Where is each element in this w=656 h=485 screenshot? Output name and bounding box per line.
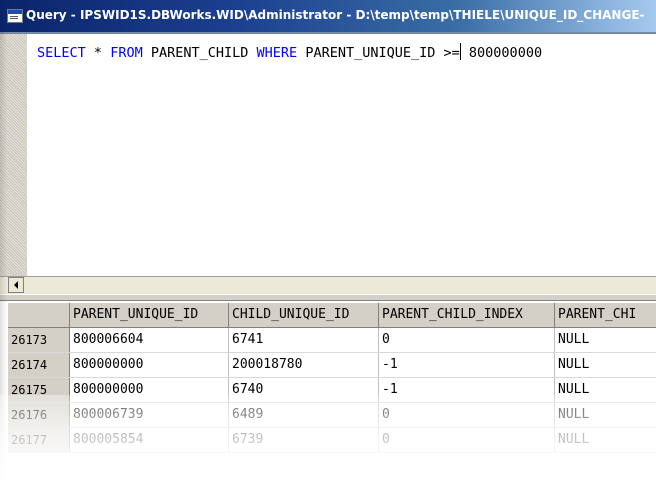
scroll-left-icon[interactable]: [8, 277, 24, 293]
grid-header-row: PARENT_UNIQUE_ID CHILD_UNIQUE_ID PARENT_…: [8, 303, 656, 328]
horizontal-scrollbar[interactable]: [0, 276, 656, 294]
table-cell[interactable]: 0: [379, 328, 555, 352]
table-cell[interactable]: 6740: [229, 378, 379, 402]
table-row[interactable]: 26173 800006604 6741 0 NULL: [8, 328, 656, 353]
column-header[interactable]: CHILD_UNIQUE_ID: [229, 303, 379, 327]
results-grid: PARENT_UNIQUE_ID CHILD_UNIQUE_ID PARENT_…: [8, 303, 656, 453]
select-star: *: [93, 45, 103, 61]
editor-gutter: [0, 34, 27, 277]
table-cell[interactable]: 800006604: [70, 328, 229, 352]
table-cell[interactable]: 6489: [229, 403, 379, 427]
row-number[interactable]: 26173: [8, 328, 70, 352]
row-number-header[interactable]: [8, 303, 70, 327]
table-cell[interactable]: NULL: [555, 353, 656, 377]
query-window-icon[interactable]: [7, 9, 23, 23]
table-row[interactable]: 26175 800000000 6740 -1 NULL: [8, 378, 656, 403]
table-row[interactable]: 26176 800006739 6489 0 NULL: [8, 403, 656, 428]
sql-editor[interactable]: SELECT * FROM PARENT_CHILD WHERE PARENT_…: [0, 33, 656, 277]
query-window: Query - IPSWID1S.DBWorks.WID\Administrat…: [0, 0, 656, 485]
keyword-select: SELECT: [37, 45, 86, 61]
table-cell[interactable]: 800000000: [70, 378, 229, 402]
text-caret: [459, 43, 461, 60]
sql-code-line[interactable]: SELECT * FROM PARENT_CHILD WHERE PARENT_…: [37, 43, 542, 61]
column-name: PARENT_UNIQUE_ID: [305, 45, 436, 61]
window-title: Query - IPSWID1S.DBWorks.WID\Administrat…: [26, 8, 645, 22]
table-cell[interactable]: 800000000: [70, 353, 229, 377]
table-cell[interactable]: 6739: [229, 428, 379, 452]
column-header[interactable]: PARENT_CHILD_INDEX: [379, 303, 555, 327]
column-header[interactable]: PARENT_UNIQUE_ID: [70, 303, 229, 327]
row-number[interactable]: 26177: [8, 428, 70, 452]
table-cell[interactable]: NULL: [555, 428, 656, 452]
table-cell[interactable]: 800005854: [70, 428, 229, 452]
keyword-where: WHERE: [256, 45, 298, 61]
table-name: PARENT_CHILD: [150, 45, 249, 61]
title-bar[interactable]: Query - IPSWID1S.DBWorks.WID\Administrat…: [0, 0, 656, 33]
table-cell[interactable]: -1: [379, 353, 555, 377]
table-cell[interactable]: NULL: [555, 378, 656, 402]
row-number[interactable]: 26175: [8, 378, 70, 402]
table-cell[interactable]: 200018780: [229, 353, 379, 377]
table-cell[interactable]: 0: [379, 403, 555, 427]
table-cell[interactable]: 800006739: [70, 403, 229, 427]
table-cell[interactable]: -1: [379, 378, 555, 402]
table-cell[interactable]: 6741: [229, 328, 379, 352]
comparison-operator: >=: [443, 45, 460, 61]
table-cell[interactable]: NULL: [555, 328, 656, 352]
table-cell[interactable]: NULL: [555, 403, 656, 427]
column-header[interactable]: PARENT_CHI: [555, 303, 656, 327]
row-number[interactable]: 26176: [8, 403, 70, 427]
pane-splitter[interactable]: [0, 294, 656, 301]
row-number[interactable]: 26174: [8, 353, 70, 377]
table-cell[interactable]: 0: [379, 428, 555, 452]
keyword-from: FROM: [110, 45, 143, 61]
comparison-value: 800000000: [468, 45, 543, 61]
table-row[interactable]: 26174 800000000 200018780 -1 NULL: [8, 353, 656, 378]
table-row[interactable]: 26177 800005854 6739 0 NULL: [8, 428, 656, 453]
